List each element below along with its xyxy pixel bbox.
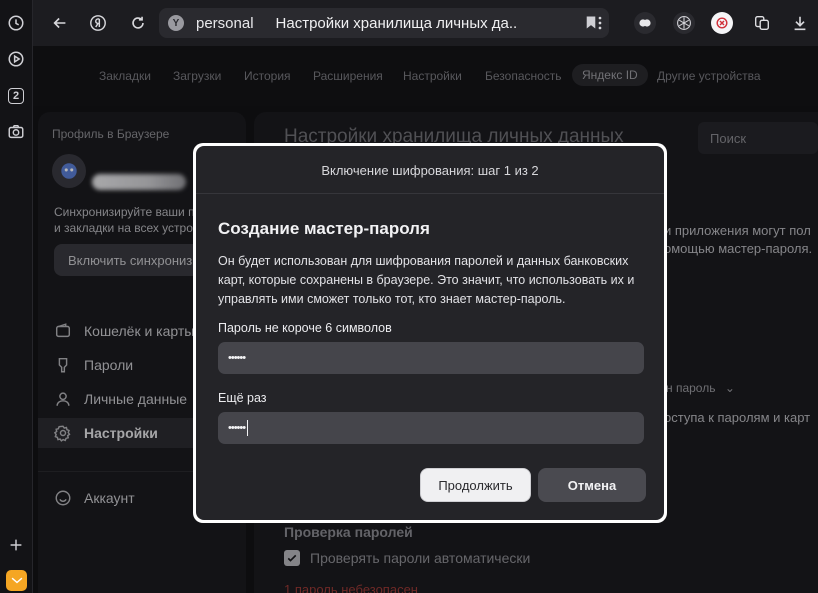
address-site-label: personal [196, 14, 254, 32]
password-field-label: Пароль не короче 6 символов [218, 321, 392, 335]
history-clock-icon[interactable] [6, 13, 26, 33]
add-panel-icon[interactable] [6, 535, 26, 555]
confirm-field-label: Ещё раз [218, 391, 267, 405]
cancel-button[interactable]: Отмена [538, 468, 646, 502]
tabs-count-icon[interactable]: 2 [6, 86, 26, 106]
mail-app-icon[interactable] [6, 570, 27, 591]
password-input[interactable]: •••••• [218, 342, 644, 374]
download-icon[interactable] [789, 12, 811, 34]
confirm-password-input[interactable]: •••••• [218, 412, 644, 444]
address-bar[interactable]: Y personal Настройки хранилища личных да… [159, 8, 609, 38]
reload-icon[interactable] [127, 12, 149, 34]
extension-alice-icon[interactable] [634, 12, 656, 34]
dialog-step-indicator: Включение шифрования: шаг 1 из 2 [196, 146, 664, 194]
extension-reader-icon[interactable] [711, 12, 733, 34]
dialog-body: Включение шифрования: шаг 1 из 2 Создани… [196, 146, 664, 520]
extension-translate-icon[interactable] [751, 12, 773, 34]
yandex-logo-icon[interactable] [87, 12, 109, 34]
dialog-heading: Создание мастер-пароля [218, 219, 430, 238]
screenshot-camera-icon[interactable] [6, 122, 26, 142]
back-arrow-icon[interactable] [49, 12, 71, 34]
site-identity-icon[interactable]: Y [168, 15, 184, 31]
dialog-description: Он будет использован для шифрования паро… [218, 254, 635, 306]
continue-button[interactable]: Продолжить [420, 468, 531, 502]
browser-side-panel: 2 [0, 0, 33, 593]
play-circle-icon[interactable] [6, 49, 26, 69]
extension-snowflake-icon[interactable] [673, 12, 695, 34]
browser-toolbar: Y personal Настройки хранилища личных да… [33, 0, 818, 46]
master-password-dialog: Включение шифрования: шаг 1 из 2 Создани… [193, 143, 667, 523]
page-title-label: Настройки хранилища личных да... [275, 14, 516, 32]
text-caret [247, 420, 249, 436]
more-menu-icon[interactable] [589, 12, 611, 34]
